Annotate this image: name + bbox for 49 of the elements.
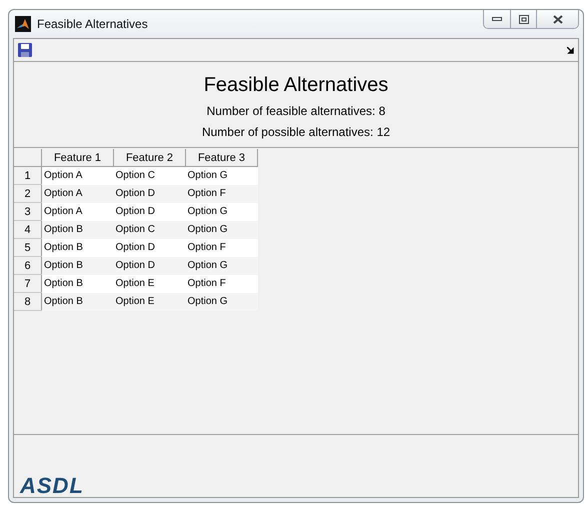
table-cell: Option G <box>186 256 258 274</box>
table-cell: Option E <box>114 292 186 310</box>
table-cell: Option D <box>114 256 186 274</box>
maximize-icon <box>518 14 528 24</box>
table-cell: Option G <box>186 202 258 220</box>
table-cell: Option C <box>114 166 186 184</box>
column-header[interactable]: Feature 2 <box>114 149 186 166</box>
column-header[interactable]: Feature 3 <box>186 149 258 166</box>
table-cell: Option F <box>186 184 258 202</box>
row-header[interactable]: 3 <box>14 202 42 220</box>
table-cell: Option G <box>186 220 258 238</box>
row-header[interactable]: 5 <box>14 238 42 256</box>
close-icon <box>552 14 562 24</box>
stat-text: Number of possible alternatives: 12 <box>200 125 392 139</box>
column-header[interactable]: Feature 1 <box>42 149 114 166</box>
table-cell: Option B <box>42 274 114 292</box>
table-cell: Option A <box>42 184 114 202</box>
table-cell: Option D <box>114 202 186 220</box>
minimize-button[interactable] <box>484 10 510 28</box>
row-header[interactable]: 4 <box>14 220 42 238</box>
table-cell: Option A <box>42 202 114 220</box>
table-cell: Option B <box>42 292 114 310</box>
save-icon[interactable] <box>18 43 32 57</box>
maximize-button[interactable] <box>510 10 536 28</box>
table-cell: Option F <box>186 238 258 256</box>
close-button[interactable] <box>536 10 578 28</box>
table-cell: Option C <box>114 220 186 238</box>
minimize-icon <box>492 16 502 22</box>
table-cell: Option B <box>42 238 114 256</box>
dock-arrow-icon[interactable] <box>567 46 574 54</box>
table-cell: Option B <box>42 220 114 238</box>
stat-text: Number of feasible alternatives: 8 <box>206 104 386 118</box>
table-cell: Option A <box>42 166 114 184</box>
row-header[interactable]: 6 <box>14 256 42 274</box>
row-header[interactable]: 2 <box>14 184 42 202</box>
app-icon <box>15 16 31 32</box>
logo: ASDL <box>20 475 84 497</box>
row-header[interactable]: 8 <box>14 292 42 310</box>
window-title: Feasible Alternatives <box>37 17 149 31</box>
table-cell: Option F <box>186 274 258 292</box>
table-cell: Option G <box>186 166 258 184</box>
table-cell: Option G <box>186 292 258 310</box>
row-header[interactable]: 1 <box>14 166 42 184</box>
table-cell: Option E <box>114 274 186 292</box>
table-cell: Option D <box>114 238 186 256</box>
table-cell: Option D <box>114 184 186 202</box>
row-header[interactable]: 7 <box>14 274 42 292</box>
page-heading: Feasible Alternatives <box>202 74 390 97</box>
table-cell: Option B <box>42 256 114 274</box>
